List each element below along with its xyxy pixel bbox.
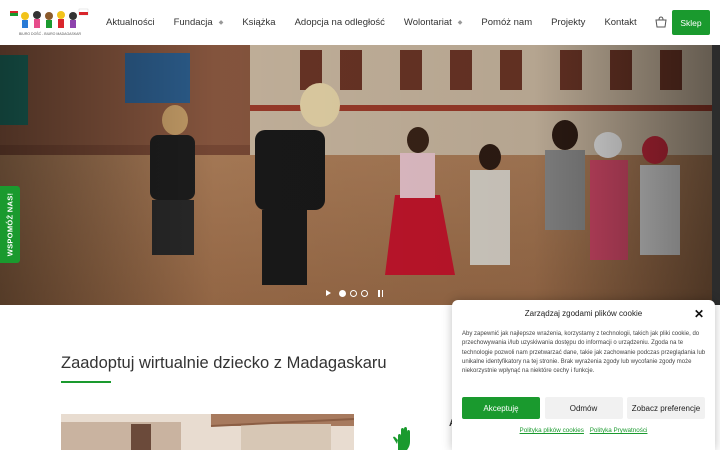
cookie-body: Aby zapewnić jak najlepsze wrażenia, kor… bbox=[462, 331, 706, 375]
site-logo[interactable]: BIURO DOŚĆ - BIURO MADAGASKAR bbox=[9, 8, 89, 38]
main-nav: Aktualności Fundacja ◆ Książka Adopcja na… bbox=[106, 0, 656, 45]
cookie-policy-link[interactable]: Polityka plików cookies bbox=[520, 427, 584, 434]
accept-button[interactable]: Akceptuję bbox=[462, 397, 540, 419]
close-icon[interactable]: ✕ bbox=[694, 308, 704, 320]
chevron-down-icon: ◆ bbox=[457, 20, 463, 26]
logo-caption: BIURO DOŚĆ - BIURO MADAGASKAR bbox=[19, 31, 82, 36]
privacy-policy-link[interactable]: Polityka Prywatności bbox=[590, 427, 648, 434]
support-us-tab[interactable]: WSPOMÓŻ NAS! bbox=[0, 186, 20, 263]
nav-item-wolontariat[interactable]: Wolontariat ◆ bbox=[404, 17, 463, 28]
deny-button[interactable]: Odmów bbox=[544, 397, 623, 419]
support-us-label: WSPOMÓŻ NAS! bbox=[5, 192, 15, 257]
nav-item-aktualnosci[interactable]: Aktualności bbox=[106, 17, 155, 28]
cookie-links: Polityka plików cookies Polityka Prywatn… bbox=[452, 427, 715, 434]
shop-button[interactable]: Sklep bbox=[672, 10, 710, 35]
slide-dot-3[interactable] bbox=[361, 289, 368, 297]
cookie-buttons: Akceptuję Odmów Zobacz preferencje bbox=[462, 397, 705, 419]
nav-item-pomoz-nam[interactable]: Pomóż nam bbox=[481, 17, 532, 28]
hero-slider bbox=[0, 45, 712, 305]
play-icon[interactable] bbox=[326, 290, 331, 296]
page-scrollbar[interactable] bbox=[712, 45, 720, 305]
nav-item-ksiazka[interactable]: Książka bbox=[242, 17, 275, 28]
section-title: Zaadoptuj wirtualnie dziecko z Madagaska… bbox=[61, 354, 387, 372]
preferences-button[interactable]: Zobacz preferencje bbox=[627, 397, 705, 419]
slide-dot-1[interactable] bbox=[339, 289, 346, 297]
nav-item-projekty[interactable]: Projekty bbox=[551, 17, 585, 28]
cookie-consent-dialog: Zarządzaj zgodami plików cookie ✕ Aby za… bbox=[452, 300, 715, 450]
slider-controls bbox=[326, 288, 385, 298]
site-header: BIURO DOŚĆ - BIURO MADAGASKAR Aktualnośc… bbox=[0, 0, 720, 45]
cart-icon[interactable] bbox=[654, 15, 668, 29]
content-photo bbox=[61, 414, 354, 450]
pause-icon[interactable] bbox=[378, 289, 385, 297]
hero-photo bbox=[0, 45, 712, 305]
slide-dot-2[interactable] bbox=[350, 289, 357, 297]
nav-item-kontakt[interactable]: Kontakt bbox=[604, 17, 636, 28]
nav-item-adopcja[interactable]: Adopcja na odległość bbox=[295, 17, 385, 28]
hand-icon bbox=[393, 427, 410, 450]
page: BIURO DOŚĆ - BIURO MADAGASKAR Aktualnośc… bbox=[0, 0, 720, 450]
cookie-title: Zarządzaj zgodami plików cookie bbox=[524, 309, 643, 318]
chevron-down-icon: ◆ bbox=[218, 20, 224, 26]
title-underline bbox=[61, 381, 111, 383]
nav-item-fundacja[interactable]: Fundacja ◆ bbox=[174, 17, 224, 28]
